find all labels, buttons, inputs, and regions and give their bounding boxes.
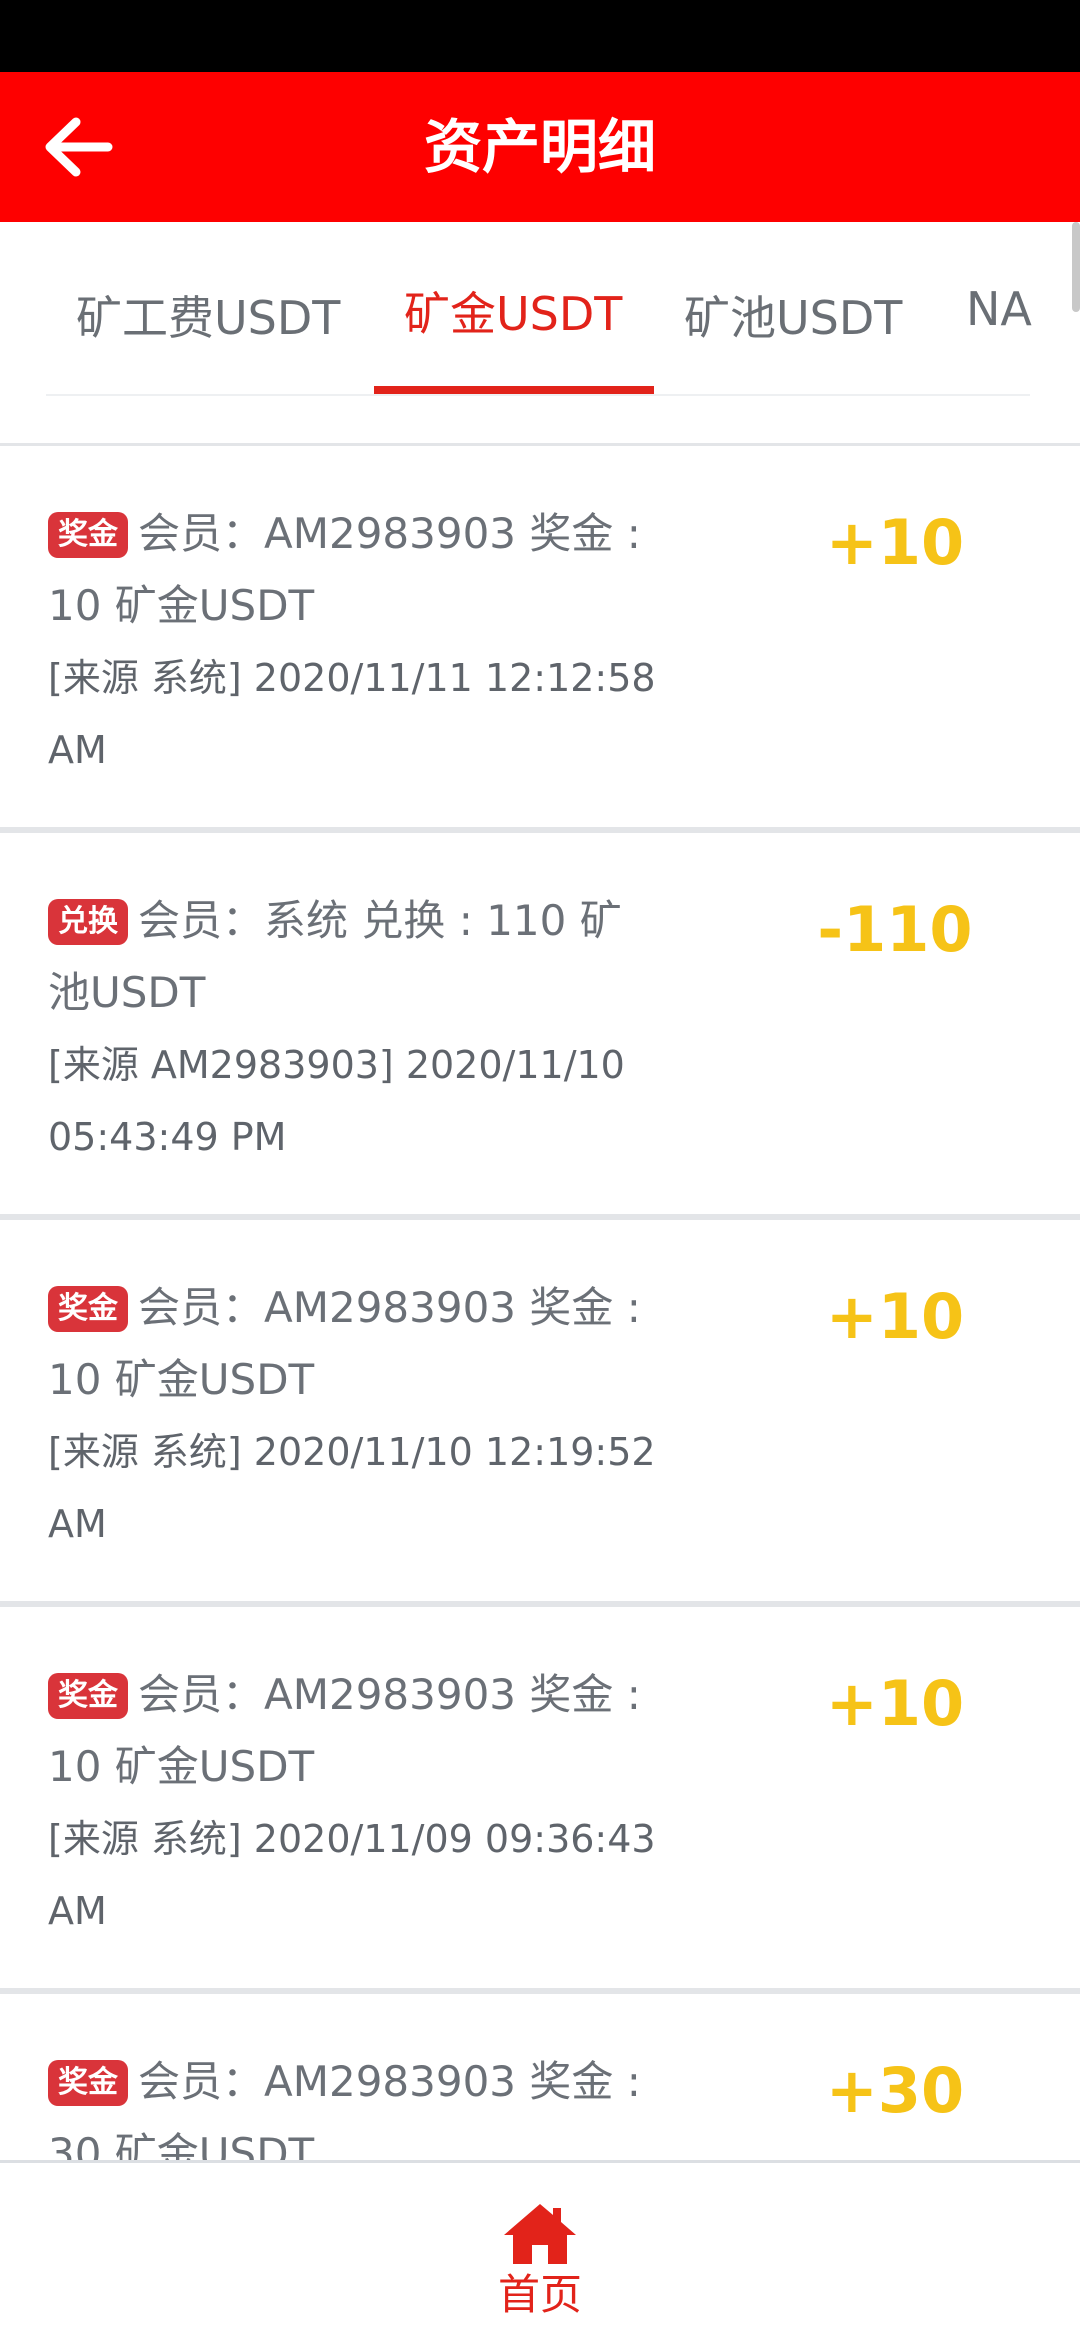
record-line2: 池USDT [48, 968, 206, 1017]
record-line2: 30 矿金USDT [48, 2129, 315, 2160]
scrollbar[interactable] [1072, 222, 1080, 312]
app-header: 资产明细 [0, 72, 1080, 222]
record-line1: 会员：AM2983903 奖金 : [138, 509, 641, 558]
page-title: 资产明细 [423, 113, 656, 181]
home-icon [504, 2204, 576, 2264]
list-item[interactable]: 奖金 会员：AM2983903 奖金 : 10 矿金USDT [来源 系统] 20… [0, 446, 1080, 833]
record-amount: +10 [825, 1667, 965, 1740]
record-line1: 会员：系统 兑换 : 110 矿 [138, 896, 622, 945]
record-source: [来源 AM2983903] 2020/11/10 05:43:49 PM [48, 1043, 625, 1159]
record-amount: +10 [825, 506, 965, 579]
record-source: [来源 系统] 2020/11/11 12:12:58 AM [48, 656, 656, 772]
list-item[interactable]: 奖金 会员：AM2983903 奖金 : 30 矿金USDT +30 [0, 1994, 1080, 2160]
tab-bar: 矿工费USDT 矿金USDT 矿池USDT NA [0, 222, 1080, 446]
list-item[interactable]: 兑换 会员：系统 兑换 : 110 矿 池USDT [来源 AM2983903] … [0, 833, 1080, 1220]
record-line2: 10 矿金USDT [48, 1355, 315, 1404]
record-line2: 10 矿金USDT [48, 581, 315, 630]
record-amount: -110 [817, 893, 973, 966]
home-label: 首页 [497, 2270, 582, 2319]
tab-mining-pool-usdt[interactable]: 矿池USDT [684, 282, 902, 348]
record-description: 兑换 会员：系统 兑换 : 110 矿 池USDT [来源 AM2983903] … [48, 885, 668, 1173]
record-description: 奖金 会员：AM2983903 奖金 : 10 矿金USDT [来源 系统] 20… [48, 1272, 668, 1560]
record-amount: +30 [825, 2054, 965, 2127]
tab-baseline [46, 394, 1030, 396]
tab-mining-gold-usdt[interactable]: 矿金USDT [404, 278, 622, 344]
record-badge: 奖金 [48, 512, 128, 558]
record-description: 奖金 会员：AM2983903 奖金 : 30 矿金USDT [48, 2046, 668, 2160]
tab-miner-fee-usdt[interactable]: 矿工费USDT [76, 282, 340, 348]
status-bar [0, 0, 1080, 72]
record-badge: 奖金 [48, 2060, 128, 2106]
list-item[interactable]: 奖金 会员：AM2983903 奖金 : 10 矿金USDT [来源 系统] 20… [0, 1607, 1080, 1994]
active-tab-indicator [374, 386, 654, 394]
record-description: 奖金 会员：AM2983903 奖金 : 10 矿金USDT [来源 系统] 20… [48, 498, 668, 786]
record-line1: 会员：AM2983903 奖金 : [138, 1670, 641, 1719]
records-list[interactable]: 奖金 会员：AM2983903 奖金 : 10 矿金USDT [来源 系统] 20… [0, 446, 1080, 2160]
record-line1: 会员：AM2983903 奖金 : [138, 2057, 641, 2106]
home-tab[interactable]: 首页 [480, 2201, 600, 2331]
record-source: [来源 系统] 2020/11/10 12:19:52 AM [48, 1430, 656, 1546]
back-button[interactable] [36, 112, 120, 182]
record-amount: +10 [825, 1280, 965, 1353]
record-line2: 10 矿金USDT [48, 1742, 315, 1791]
tab-na[interactable]: NA [966, 282, 1032, 336]
record-source: [来源 系统] 2020/11/09 09:36:43 AM [48, 1817, 656, 1933]
record-line1: 会员：AM2983903 奖金 : [138, 1283, 641, 1332]
list-item[interactable]: 奖金 会员：AM2983903 奖金 : 10 矿金USDT [来源 系统] 20… [0, 1220, 1080, 1607]
record-badge: 奖金 [48, 1673, 128, 1719]
record-description: 奖金 会员：AM2983903 奖金 : 10 矿金USDT [来源 系统] 20… [48, 1659, 668, 1947]
record-badge: 兑换 [48, 899, 128, 945]
back-arrow-icon [45, 117, 113, 177]
bottom-nav: 首页 [0, 2160, 1080, 2340]
record-badge: 奖金 [48, 1286, 128, 1332]
